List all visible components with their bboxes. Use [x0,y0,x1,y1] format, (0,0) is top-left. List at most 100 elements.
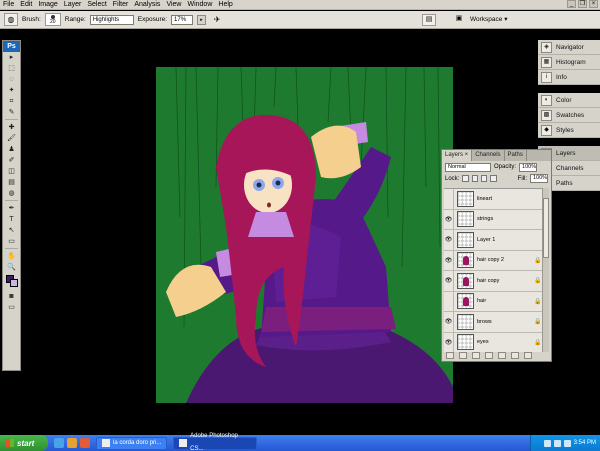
quick-mask-icon[interactable]: ◙ [3,291,20,302]
layer-row[interactable]: 👁 hair copy 2 🔒 [444,250,542,271]
layers-panel-tabs: Layers × Channels Paths [442,150,551,161]
magic-wand-icon[interactable]: ✦ [3,85,20,96]
brush-size: 20 [50,19,56,25]
visibility-eye-icon[interactable]: 👁 [444,270,454,291]
clone-stamp-icon[interactable]: ♟ [3,144,20,155]
scrollbar-thumb[interactable] [543,198,549,258]
layer-mask-icon[interactable] [472,352,480,359]
workspace-menu[interactable]: Workspace ▾ [470,15,507,23]
lasso-tool-icon[interactable]: ◌ [3,74,20,85]
move-tool-icon[interactable]: ▸ [3,52,20,63]
start-button[interactable]: start [0,435,48,451]
menu-image[interactable]: Image [38,0,57,10]
healing-brush-icon[interactable]: ✚ [3,122,20,133]
delete-layer-icon[interactable] [524,352,532,359]
blend-mode-select[interactable]: Normal [445,162,491,172]
visibility-eye-icon[interactable]: 👁 [444,250,454,271]
layer-row[interactable]: 👁 lineart [444,189,542,210]
eraser-tool-icon[interactable]: ◫ [3,166,20,177]
minimize-icon[interactable]: _ [567,0,576,8]
lock-image-icon[interactable] [471,175,478,182]
network-icon[interactable] [553,439,561,447]
adjustment-layer-icon[interactable] [485,352,493,359]
dock-item-label: Navigator [556,43,584,51]
dock-item-navigator[interactable]: ◈ Navigator [538,40,600,55]
security-icon[interactable] [563,439,571,447]
menu-view[interactable]: View [166,0,181,10]
menu-layer[interactable]: Layer [64,0,82,10]
layer-row[interactable]: 👁 hair 🔒 [444,291,542,312]
close-icon[interactable]: × [589,0,598,8]
layer-name: strings [477,216,494,223]
zoom-tool-icon[interactable]: 🔍 [3,262,20,273]
tab-channels[interactable]: Channels [472,150,505,161]
crop-tool-icon[interactable]: ⌗ [3,96,20,107]
layer-style-icon[interactable] [459,352,467,359]
lock-transparent-icon[interactable] [462,175,469,182]
visibility-eye-icon[interactable]: 👁 [444,332,454,352]
document-canvas[interactable] [156,67,453,403]
layer-row[interactable]: 👁 Layer 1 [444,229,542,251]
opacity-field[interactable]: 100% [519,162,538,172]
visibility-eye-icon[interactable]: 👁 [444,209,454,230]
dock-item-info[interactable]: i Info [538,70,600,85]
browser-icon[interactable] [54,438,64,448]
layer-row[interactable]: 👁 brows 🔒 [444,311,542,333]
screen-mode-icon[interactable]: ▭ [3,302,20,313]
dodge-tool-preset-icon[interactable]: ◍ [4,13,18,26]
marquee-tool-icon[interactable]: ⬚ [3,63,20,74]
windows-logo-icon [6,439,14,447]
taskbar-button[interactable]: la corda doro pri... [96,436,168,450]
brush-preset-picker[interactable]: 20 [44,13,61,26]
exposure-slider-button[interactable]: ▸ [197,14,207,25]
folder-icon[interactable] [67,438,77,448]
new-layer-icon[interactable] [511,352,519,359]
menu-filter[interactable]: Filter [113,0,129,10]
menu-edit[interactable]: Edit [20,0,32,10]
brush-tool-icon[interactable]: 🖌 [3,133,20,144]
pen-tool-icon[interactable]: ✒ [3,203,20,214]
restore-icon[interactable]: ❐ [578,0,587,8]
dock-item-color[interactable]: ◐ Color [538,93,600,108]
menu-analysis[interactable]: Analysis [134,0,160,10]
visibility-eye-icon[interactable]: 👁 [444,189,454,209]
gradient-tool-icon[interactable]: ▤ [3,177,20,188]
visibility-eye-icon[interactable]: 👁 [444,311,454,332]
dock-item-swatches[interactable]: ▩ Swatches [538,108,600,123]
new-group-icon[interactable] [498,352,506,359]
volume-icon[interactable] [543,439,551,447]
taskbar-button[interactable]: Adobe Photoshop CS... [173,433,258,451]
visibility-eye-icon[interactable]: 👁 [444,229,454,250]
range-select[interactable]: Highlights [89,14,134,25]
exposure-field[interactable]: 17% [171,14,194,25]
dock-item-histogram[interactable]: ▦ Histogram [538,55,600,70]
lock-all-icon[interactable] [490,175,497,182]
layer-row[interactable]: 👁 hair copy 🔒 [444,270,542,292]
visibility-eye-icon[interactable]: 👁 [444,291,454,312]
layer-row[interactable]: 👁 strings [444,209,542,230]
tab-layers[interactable]: Layers × [442,150,473,161]
shape-tool-icon[interactable]: ▭ [3,236,20,247]
menu-file[interactable]: File [3,0,14,10]
menu-help[interactable]: Help [218,0,232,10]
link-layers-icon[interactable] [446,352,454,359]
media-icon[interactable] [80,438,90,448]
menu-select[interactable]: Select [87,0,106,10]
slice-tool-icon[interactable]: ✎ [3,107,20,118]
hand-tool-icon[interactable]: ✋ [3,251,20,262]
layers-scrollbar[interactable] [542,188,549,352]
layer-row[interactable]: 👁 eyes 🔒 [444,332,542,352]
lock-position-icon[interactable] [481,175,488,182]
menu-window[interactable]: Window [187,0,212,10]
tab-paths[interactable]: Paths [505,150,527,161]
type-tool-icon[interactable]: T [3,214,20,225]
dock-item-styles[interactable]: ◆ Styles [538,123,600,138]
path-selection-icon[interactable]: ↖ [3,225,20,236]
print-icon[interactable]: ▣ [452,14,466,26]
bridge-icon[interactable]: ▤ [422,14,436,26]
history-brush-icon[interactable]: ✐ [3,155,20,166]
background-color[interactable] [10,279,18,287]
airbrush-icon[interactable]: ✈ [210,13,224,26]
dodge-tool-icon[interactable]: ◍ [3,188,20,199]
fill-field[interactable]: 100% [530,174,548,183]
